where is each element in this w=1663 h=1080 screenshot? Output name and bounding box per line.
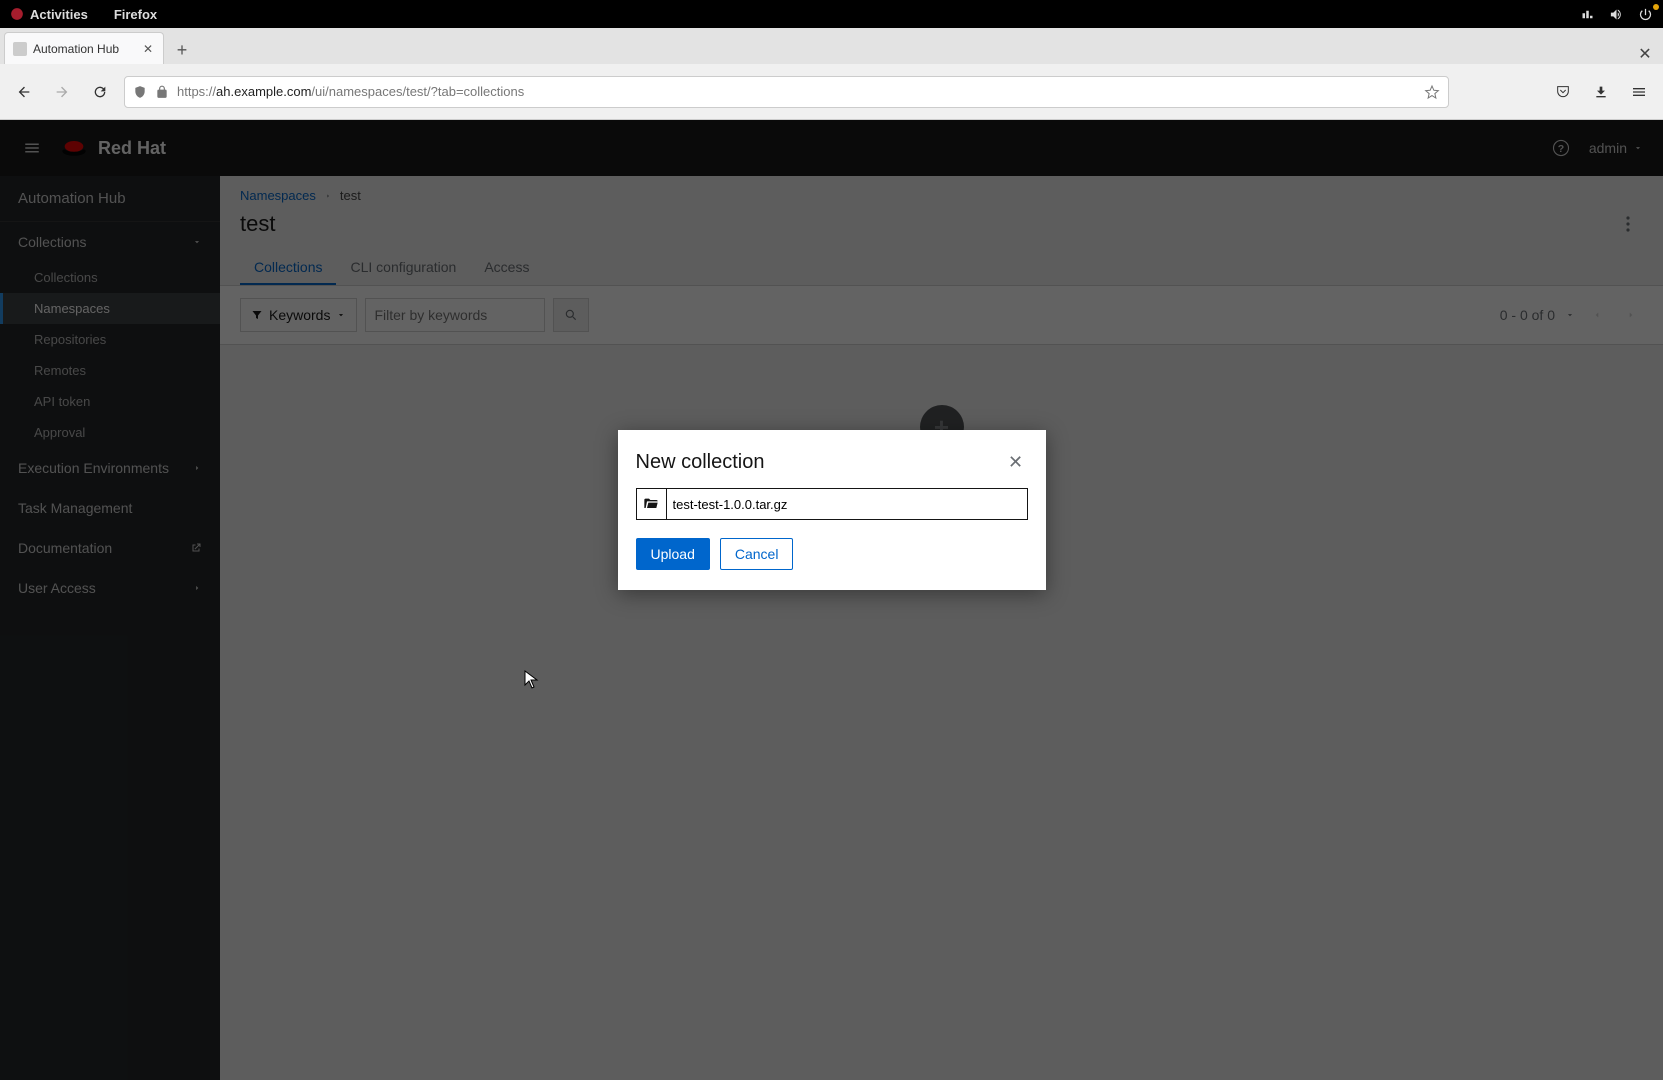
tab-strip: Automation Hub ✕ + ✕ (0, 28, 1663, 64)
url-text: https://ah.example.com/ui/namespaces/tes… (177, 84, 1416, 99)
activities-label: Activities (30, 7, 88, 22)
reload-button[interactable] (86, 78, 114, 106)
current-app-label: Firefox (114, 7, 157, 22)
window-close-button[interactable]: ✕ (1635, 44, 1655, 64)
notification-dot (1653, 4, 1659, 10)
app-menu-button[interactable] (1625, 78, 1653, 106)
activities-button[interactable]: Activities (10, 7, 88, 22)
gnome-top-bar: Activities Firefox (0, 0, 1663, 28)
browser-tab[interactable]: Automation Hub ✕ (4, 32, 164, 64)
current-app-indicator[interactable]: Firefox (108, 7, 157, 22)
browser-chrome: Automation Hub ✕ + ✕ https://ah.example.… (0, 28, 1663, 120)
new-collection-modal: New collection ✕ Upload Cancel (618, 430, 1046, 590)
network-icon[interactable] (1580, 7, 1595, 22)
fedora-icon (10, 7, 24, 21)
new-tab-button[interactable]: + (168, 36, 196, 64)
tab-close-button[interactable]: ✕ (141, 42, 155, 56)
pocket-button[interactable] (1549, 78, 1577, 106)
nav-bar: https://ah.example.com/ui/namespaces/tes… (0, 64, 1663, 119)
shield-icon (133, 85, 147, 99)
back-button[interactable] (10, 78, 38, 106)
modal-title: New collection (636, 451, 1004, 474)
lock-icon (155, 85, 169, 99)
favicon (13, 42, 27, 56)
filename-input[interactable] (667, 489, 1027, 519)
forward-button[interactable] (48, 78, 76, 106)
power-icon[interactable] (1638, 7, 1653, 22)
volume-icon[interactable] (1609, 7, 1624, 22)
browse-file-button[interactable] (637, 489, 667, 519)
bookmark-star-icon[interactable] (1424, 84, 1440, 100)
downloads-button[interactable] (1587, 78, 1615, 106)
app-root: Red Hat ? admin Automation Hub Collectio… (0, 120, 1663, 1080)
folder-open-icon (643, 496, 659, 512)
tab-title: Automation Hub (33, 42, 135, 56)
modal-close-button[interactable]: ✕ (1004, 450, 1028, 474)
file-input-row (636, 488, 1028, 520)
cancel-button[interactable]: Cancel (720, 538, 794, 570)
upload-button[interactable]: Upload (636, 538, 710, 570)
url-bar[interactable]: https://ah.example.com/ui/namespaces/tes… (124, 76, 1449, 108)
modal-backdrop[interactable] (0, 120, 1663, 1080)
